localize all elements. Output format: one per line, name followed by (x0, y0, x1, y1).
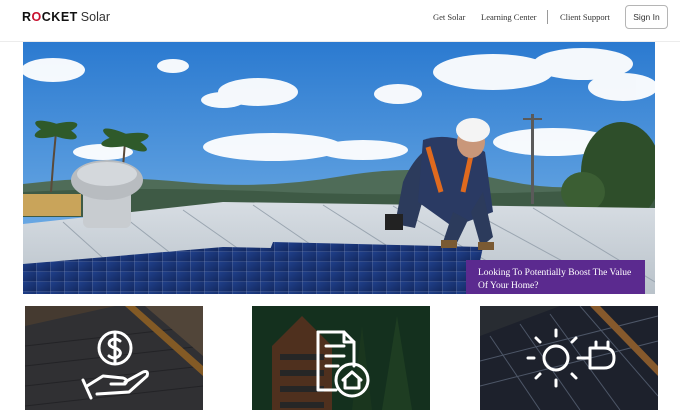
nav-learning-center[interactable]: Learning Center (481, 12, 536, 22)
sign-in-button[interactable]: Sign In (625, 5, 668, 29)
rocket-solar-logo[interactable]: ROCKET Solar (22, 9, 110, 25)
nav-get-solar[interactable]: Get Solar (433, 12, 465, 22)
nav-divider (547, 10, 548, 24)
site-header: ROCKET Solar Get Solar Learning Center Cl… (0, 0, 680, 42)
logo-sub: Solar (80, 10, 110, 24)
hero-image: Looking To Potentially Boost The Value O… (23, 42, 655, 294)
card-energy[interactable] (480, 306, 658, 410)
hero-caption[interactable]: Looking To Potentially Boost The Value O… (466, 260, 645, 294)
card-financing[interactable] (25, 306, 203, 410)
logo-brand: ROCKET (22, 10, 78, 24)
nav-client-support[interactable]: Client Support (560, 12, 610, 22)
card-documents[interactable] (252, 306, 430, 410)
